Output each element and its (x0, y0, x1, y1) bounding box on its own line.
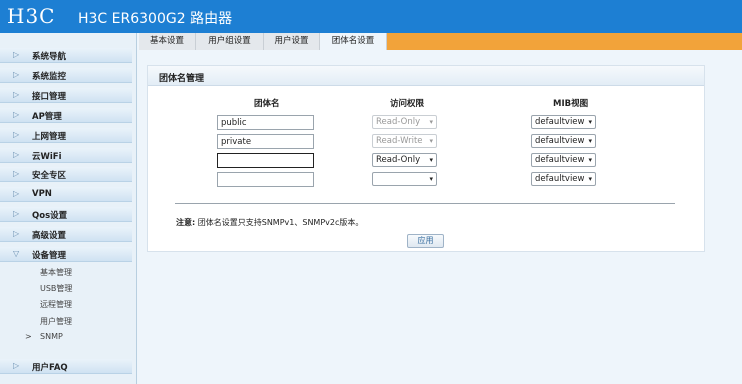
sidebar-item-ap[interactable]: ▷ AP管理 (0, 108, 132, 123)
sidebar-item-label: 系统监控 (32, 72, 67, 82)
triangle-right-icon: ▷ (13, 50, 20, 59)
sidebar-item-label: 高级设置 (32, 231, 67, 241)
community-name-input[interactable] (217, 134, 314, 149)
note-label: 注意: (176, 218, 196, 227)
mib-select[interactable]: defaultview ▾ (531, 153, 596, 167)
mib-select-value: defaultview (535, 117, 585, 127)
sidebar-item-label: 系统导航 (32, 52, 67, 62)
subitem-snmp[interactable]: SNMP (40, 332, 63, 341)
note: 注意: 团体名设置只支持SNMPv1、SNMPv2c版本。 (176, 217, 363, 228)
sidebar-item-user-faq[interactable]: ▷ 用户FAQ (0, 359, 132, 374)
sidebar-item-label: VPN (32, 189, 52, 199)
note-text: 团体名设置只支持SNMPv1、SNMPv2c版本。 (197, 218, 364, 227)
chevron-down-icon: ▾ (429, 118, 433, 126)
triangle-right-icon: ▷ (13, 90, 20, 99)
mib-select[interactable]: defaultview ▾ (531, 172, 596, 186)
chevron-down-icon: ▾ (429, 156, 433, 164)
sidebar-item-qos[interactable]: ▷ Qos设置 (0, 207, 132, 222)
community-panel: 团体名管理 团体名 访问权限 MIB视图 Read-Only ▾ defaultv… (147, 65, 705, 252)
mib-select-value: defaultview (535, 155, 585, 165)
sidebar-item-label: 云WiFi (32, 152, 62, 162)
mib-select[interactable]: defaultview ▾ (531, 115, 596, 129)
triangle-right-icon: ▷ (13, 110, 20, 119)
sidebar-item-cloud-wifi[interactable]: ▷ 云WiFi (0, 148, 132, 163)
triangle-right-icon: ▷ (13, 189, 20, 198)
sidebar-item-vpn[interactable]: ▷ VPN (0, 187, 132, 202)
triangle-right-icon: ▷ (13, 229, 20, 238)
sidebar-item-label: Qos设置 (32, 211, 68, 221)
tab-usergroup-settings[interactable]: 用户组设置 (196, 33, 264, 50)
sidebar-item-advanced[interactable]: ▷ 高级设置 (0, 227, 132, 242)
tab-user-settings[interactable]: 用户设置 (264, 33, 320, 50)
sidebar-item-internet[interactable]: ▷ 上网管理 (0, 128, 132, 143)
community-name-input[interactable] (217, 115, 314, 130)
access-select[interactable]: ▾ (372, 172, 437, 186)
access-select[interactable]: Read-Only ▾ (372, 153, 437, 167)
sidebar-item-label: 设备管理 (32, 251, 67, 261)
triangle-right-icon: ▷ (13, 361, 20, 370)
triangle-right-icon: ▷ (13, 169, 20, 178)
community-name-input[interactable] (217, 172, 314, 187)
top-bar: H3C H3C ER6300G2 路由器 (0, 0, 742, 33)
sidebar-item-system-nav[interactable]: ▷ 系统导航 (0, 48, 132, 63)
sidebar-item-security[interactable]: ▷ 安全专区 (0, 167, 132, 182)
sidebar-item-device-management[interactable]: ▽ 设备管理 (0, 247, 132, 262)
sidebar: ▷ 系统导航 ▷ 系统监控 ▷ 接口管理 ▷ AP管理 ▷ 上网管理 ▷ 云Wi… (0, 33, 137, 384)
sidebar-item-interface[interactable]: ▷ 接口管理 (0, 88, 132, 103)
triangle-right-icon: ▷ (13, 209, 20, 218)
access-select-value: Read-Only (376, 155, 421, 165)
column-header-community: 团体名 (254, 99, 280, 109)
community-name-input[interactable] (217, 153, 314, 168)
app-title: H3C ER6300G2 路由器 (78, 11, 233, 27)
divider (175, 203, 675, 204)
apply-button[interactable]: 应用 (407, 234, 444, 248)
tab-basic-settings[interactable]: 基本设置 (139, 33, 196, 50)
triangle-down-icon: ▽ (13, 249, 20, 258)
triangle-right-icon: ▷ (13, 150, 20, 159)
h3c-logo: H3C (7, 4, 56, 28)
tab-bar: 基本设置 用户组设置 用户设置 团体名设置 (139, 33, 742, 50)
tab-community-settings[interactable]: 团体名设置 (320, 33, 387, 50)
sidebar-item-label: 用户FAQ (32, 363, 68, 373)
mib-select-value: defaultview (535, 174, 585, 184)
chevron-down-icon: ▾ (588, 137, 592, 145)
sidebar-item-system-monitor[interactable]: ▷ 系统监控 (0, 68, 132, 83)
panel-title: 团体名管理 (159, 74, 205, 84)
sidebar-item-label: AP管理 (32, 112, 62, 122)
triangle-right-icon: ▷ (13, 130, 20, 139)
access-select-value: Read-Write (376, 136, 423, 146)
sidebar-item-label: 接口管理 (32, 92, 67, 102)
chevron-down-icon: ▾ (588, 156, 592, 164)
subitem-user-management[interactable]: 用户管理 (40, 316, 72, 327)
chevron-down-icon: ▾ (588, 175, 592, 183)
subitem-basic-management[interactable]: 基本管理 (40, 267, 72, 278)
access-select[interactable]: Read-Only ▾ (372, 115, 437, 129)
access-select-value: Read-Only (376, 117, 421, 127)
triangle-right-icon: ▷ (13, 70, 20, 79)
chevron-down-icon: ▾ (429, 175, 433, 183)
column-header-access: 访问权限 (390, 99, 425, 109)
chevron-down-icon: ▾ (429, 137, 433, 145)
mib-select[interactable]: defaultview ▾ (531, 134, 596, 148)
panel-header: 团体名管理 (148, 66, 704, 86)
sidebar-item-label: 上网管理 (32, 132, 67, 142)
subitem-remote-management[interactable]: 远程管理 (40, 299, 72, 310)
active-marker: > (25, 332, 32, 341)
mib-select-value: defaultview (535, 136, 585, 146)
access-select[interactable]: Read-Write ▾ (372, 134, 437, 148)
chevron-down-icon: ▾ (588, 118, 592, 126)
column-header-mib: MIB视图 (553, 99, 589, 109)
subitem-usb-management[interactable]: USB管理 (40, 283, 72, 294)
sidebar-item-label: 安全专区 (32, 171, 67, 181)
